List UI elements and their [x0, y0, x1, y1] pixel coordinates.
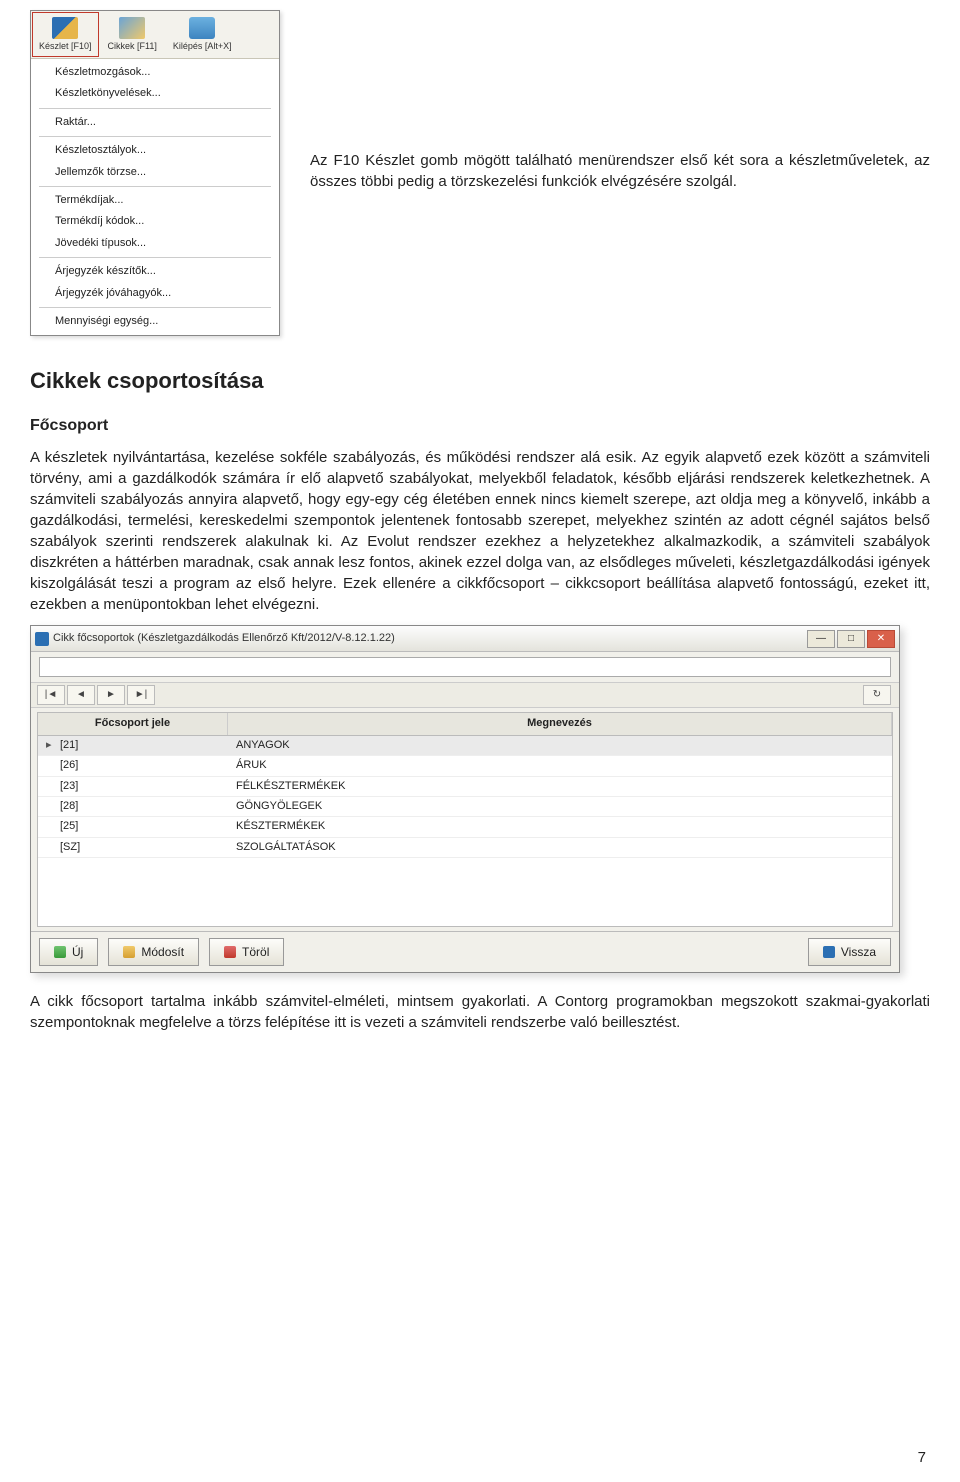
- nav-refresh-button[interactable]: ↻: [863, 685, 891, 705]
- cikkek-icon: [119, 17, 145, 39]
- th-megnevezes[interactable]: Megnevezés: [228, 713, 892, 734]
- cell-name: SZOLGÁLTATÁSOK: [228, 838, 892, 857]
- pencil-icon: [123, 946, 135, 958]
- menu-item[interactable]: Árjegyzék jóváhagyók...: [31, 283, 279, 304]
- main-toolbar: Készlet [F10] Cikkek [F11] Kilépés [Alt+…: [31, 11, 279, 59]
- menu-separator: [39, 307, 271, 308]
- new-button[interactable]: Új: [39, 938, 98, 966]
- keszlet-button[interactable]: Készlet [F10]: [32, 12, 99, 57]
- menu-item[interactable]: Termékdíj kódok...: [31, 211, 279, 232]
- plus-icon: [54, 946, 66, 958]
- cell-name: ANYAGOK: [228, 736, 892, 755]
- cell-code: [SZ]: [38, 838, 228, 857]
- nav-prev-button[interactable]: ◄: [67, 685, 95, 705]
- minimize-button[interactable]: —: [807, 630, 835, 648]
- trash-icon: [224, 946, 236, 958]
- cell-code: [28]: [38, 797, 228, 816]
- table-row[interactable]: [26]ÁRUK: [38, 756, 892, 776]
- menu-separator: [39, 186, 271, 187]
- menu-item[interactable]: Jövedéki típusok...: [31, 233, 279, 254]
- menu-item[interactable]: Készletkönyvelések...: [31, 83, 279, 104]
- menu-separator: [39, 108, 271, 109]
- menu-separator: [39, 136, 271, 137]
- menu-separator: [39, 257, 271, 258]
- cell-name: GÖNGYÖLEGEK: [228, 797, 892, 816]
- menu-item[interactable]: Készletosztályok...: [31, 140, 279, 161]
- kilepes-icon: [189, 17, 215, 39]
- table-row[interactable]: [28]GÖNGYÖLEGEK: [38, 797, 892, 817]
- cell-code: ▸[21]: [38, 736, 228, 755]
- body-paragraph-1: A készletek nyilvántartása, kezelése sok…: [30, 447, 930, 615]
- th-focsoport-jele[interactable]: Főcsoport jele: [38, 713, 228, 734]
- table-row[interactable]: ▸[21]ANYAGOK: [38, 736, 892, 756]
- modify-button[interactable]: Módosít: [108, 938, 199, 966]
- dialog-title: Cikk főcsoportok (Készletgazdálkodás Ell…: [53, 631, 395, 646]
- dialog-titlebar: Cikk főcsoportok (Készletgazdálkodás Ell…: [31, 626, 899, 652]
- focsoport-dialog: Cikk főcsoportok (Készletgazdálkodás Ell…: [30, 625, 900, 973]
- nav-last-button[interactable]: ►|: [127, 685, 155, 705]
- heading-focsoport: Főcsoport: [30, 415, 930, 437]
- cikkek-button[interactable]: Cikkek [F11]: [101, 12, 164, 57]
- focsoport-table: Főcsoport jele Megnevezés ▸[21]ANYAGOK[2…: [37, 712, 893, 927]
- delete-button[interactable]: Töröl: [209, 938, 284, 966]
- dialog-icon: [35, 632, 49, 646]
- cell-name: FÉLKÉSZTERMÉKEK: [228, 777, 892, 796]
- menu-item[interactable]: Termékdíjak...: [31, 190, 279, 211]
- cell-code: [23]: [38, 777, 228, 796]
- cell-code: [26]: [38, 756, 228, 775]
- table-row[interactable]: [25]KÉSZTERMÉKEK: [38, 817, 892, 837]
- menu-item[interactable]: Jellemzők törzse...: [31, 162, 279, 183]
- table-row[interactable]: [SZ]SZOLGÁLTATÁSOK: [38, 838, 892, 858]
- top-caption: Az F10 Készlet gomb mögött található men…: [310, 10, 930, 192]
- record-navbar: |◄ ◄ ► ►| ↻: [31, 682, 899, 708]
- cell-name: KÉSZTERMÉKEK: [228, 817, 892, 836]
- cikkek-label: Cikkek [F11]: [108, 40, 157, 53]
- back-arrow-icon: [823, 946, 835, 958]
- page-number: 7: [918, 1447, 926, 1468]
- kilepes-button[interactable]: Kilépés [Alt+X]: [166, 12, 239, 57]
- toolbar-menu-screenshot: Készlet [F10] Cikkek [F11] Kilépés [Alt+…: [30, 10, 280, 336]
- close-button[interactable]: ✕: [867, 630, 895, 648]
- cell-name: ÁRUK: [228, 756, 892, 775]
- body-paragraph-2: A cikk főcsoport tartalma inkább számvit…: [30, 991, 930, 1033]
- nav-next-button[interactable]: ►: [97, 685, 125, 705]
- keszlet-label: Készlet [F10]: [39, 40, 92, 53]
- maximize-button[interactable]: □: [837, 630, 865, 648]
- menu-item[interactable]: Raktár...: [31, 112, 279, 133]
- back-button[interactable]: Vissza: [808, 938, 891, 966]
- dropdown-menu: Készletmozgások...Készletkönyvelések... R…: [31, 59, 279, 335]
- nav-first-button[interactable]: |◄: [37, 685, 65, 705]
- menu-item[interactable]: Árjegyzék készítők...: [31, 261, 279, 282]
- keszlet-icon: [52, 17, 78, 39]
- menu-item[interactable]: Készletmozgások...: [31, 62, 279, 83]
- cell-code: [25]: [38, 817, 228, 836]
- table-row[interactable]: [23]FÉLKÉSZTERMÉKEK: [38, 777, 892, 797]
- heading-cikkek-csoportositasa: Cikkek csoportosítása: [30, 366, 930, 397]
- search-input[interactable]: [39, 657, 891, 677]
- kilepes-label: Kilépés [Alt+X]: [173, 40, 232, 53]
- menu-item[interactable]: Mennyiségi egység...: [31, 311, 279, 332]
